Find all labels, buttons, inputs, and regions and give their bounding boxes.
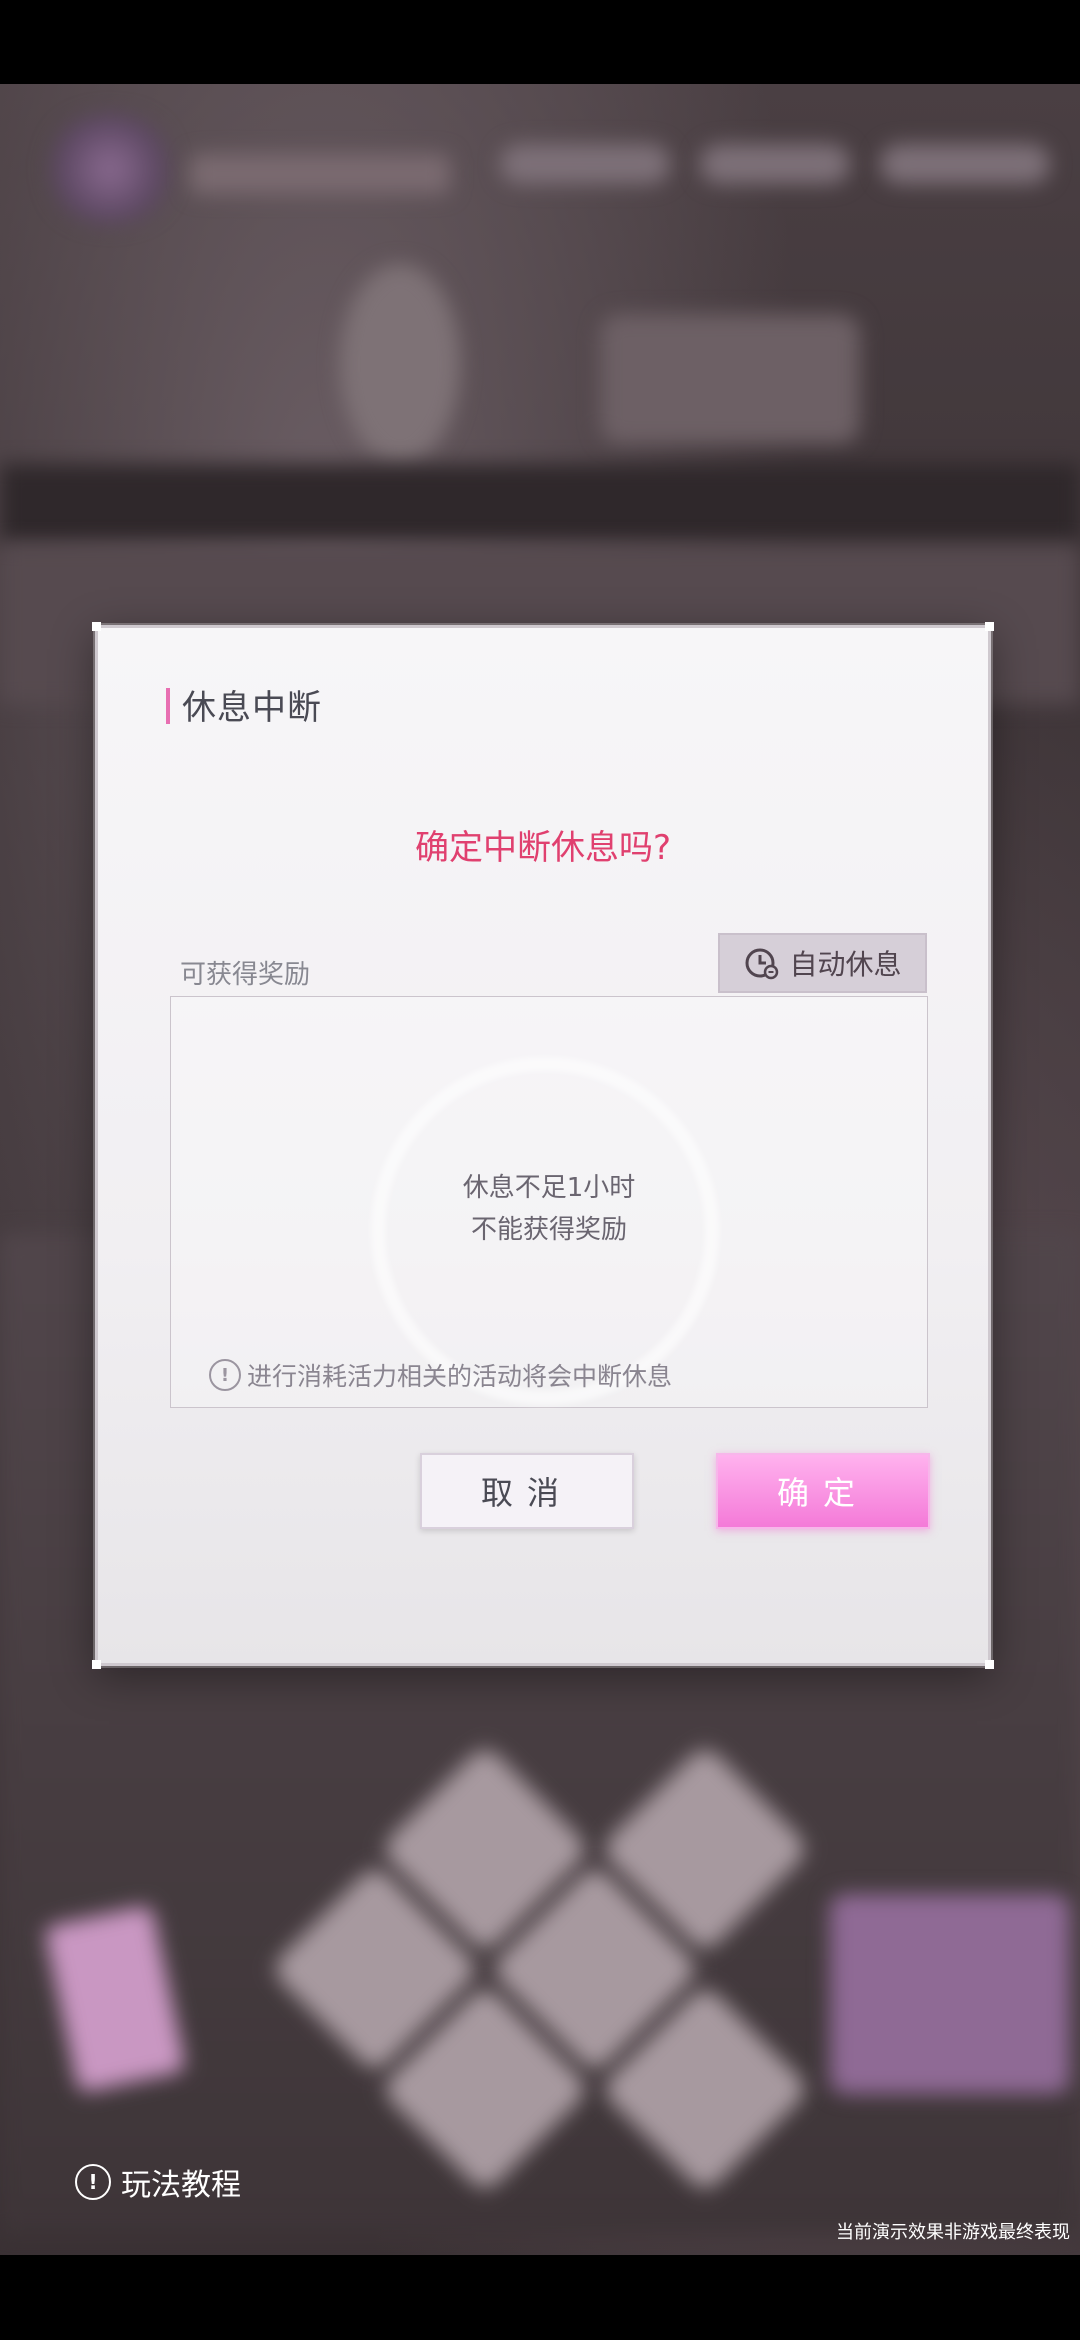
exclamation-icon: !: [75, 2164, 111, 2200]
confirm-question: 确定中断休息吗?: [414, 828, 672, 868]
empty-reward-line-2: 不能获得奖励: [470, 1215, 627, 1245]
player-avatar: [40, 114, 180, 224]
navigation-bar-area: [0, 2255, 1080, 2340]
title-accent-bar: [166, 688, 170, 724]
tutorial-button[interactable]: ! 玩法教程: [75, 2160, 241, 2204]
resource-counter: [500, 144, 670, 184]
cancel-button[interactable]: 取消: [420, 1453, 634, 1529]
dialog-title: 休息中断: [182, 688, 322, 728]
warning-notice: ! 进行消耗活力相关的活动将会中断休息: [209, 1357, 672, 1393]
resource-counter: [700, 144, 850, 184]
rest-interrupt-dialog: 休息中断 确定中断休息吗? 可获得奖励 自动休息 休息不足1小时 不能获得奖励 …: [92, 622, 994, 1669]
empty-reward-line-1: 休息不足1小时: [462, 1173, 636, 1203]
confirm-button[interactable]: 确定: [716, 1453, 930, 1529]
auto-rest-button[interactable]: 自动休息: [718, 933, 927, 993]
clock-icon: [743, 945, 779, 981]
player-info: [190, 154, 450, 194]
reward-label: 可获得奖励: [180, 960, 311, 990]
shelf: [0, 464, 1080, 544]
dialog-corner-marker: [985, 622, 994, 631]
resource-counter: [880, 144, 1050, 184]
disclaimer-text: 当前演示效果非游戏最终表现: [836, 2222, 1070, 2243]
auto-rest-label: 自动休息: [789, 948, 902, 981]
dialog-corner-marker: [985, 1660, 994, 1669]
warning-text: 进行消耗活力相关的活动将会中断休息: [247, 1362, 673, 1391]
reward-list: 休息不足1小时 不能获得奖励 ! 进行消耗活力相关的活动将会中断休息: [170, 996, 928, 1408]
dialog-corner-marker: [92, 622, 101, 631]
dialog-corner-marker: [92, 1660, 101, 1669]
room-clock: [600, 314, 860, 444]
tutorial-label: 玩法教程: [121, 2168, 241, 2203]
book-menu-tile: [830, 1894, 1070, 2094]
lamp-decoration: [340, 264, 460, 464]
exclamation-icon: !: [209, 1359, 241, 1391]
status-bar-area: [0, 0, 1080, 84]
